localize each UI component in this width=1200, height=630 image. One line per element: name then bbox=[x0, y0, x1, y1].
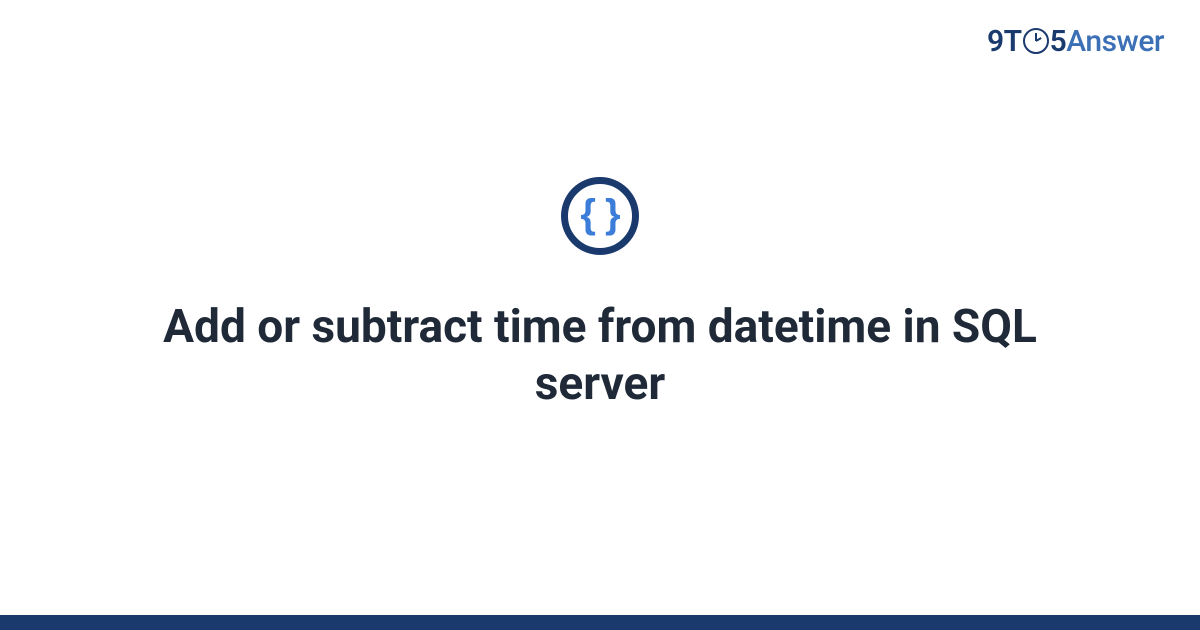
logo-text-9t: 9T bbox=[987, 24, 1022, 59]
article-title: Add or subtract time from datetime in SQ… bbox=[100, 299, 1100, 414]
footer-accent-bar bbox=[0, 615, 1200, 630]
clock-icon bbox=[1023, 28, 1049, 54]
logo-text-answer: Answer bbox=[1066, 24, 1164, 59]
code-braces-icon: { } bbox=[580, 194, 619, 238]
site-logo: 9T 5Answer bbox=[987, 24, 1164, 59]
main-content: { } Add or subtract time from datetime i… bbox=[0, 0, 1200, 630]
page-card: 9T 5Answer { } Add or subtract time from … bbox=[0, 0, 1200, 630]
logo-text-5: 5 bbox=[1050, 24, 1067, 59]
topic-icon-circle: { } bbox=[561, 177, 639, 255]
